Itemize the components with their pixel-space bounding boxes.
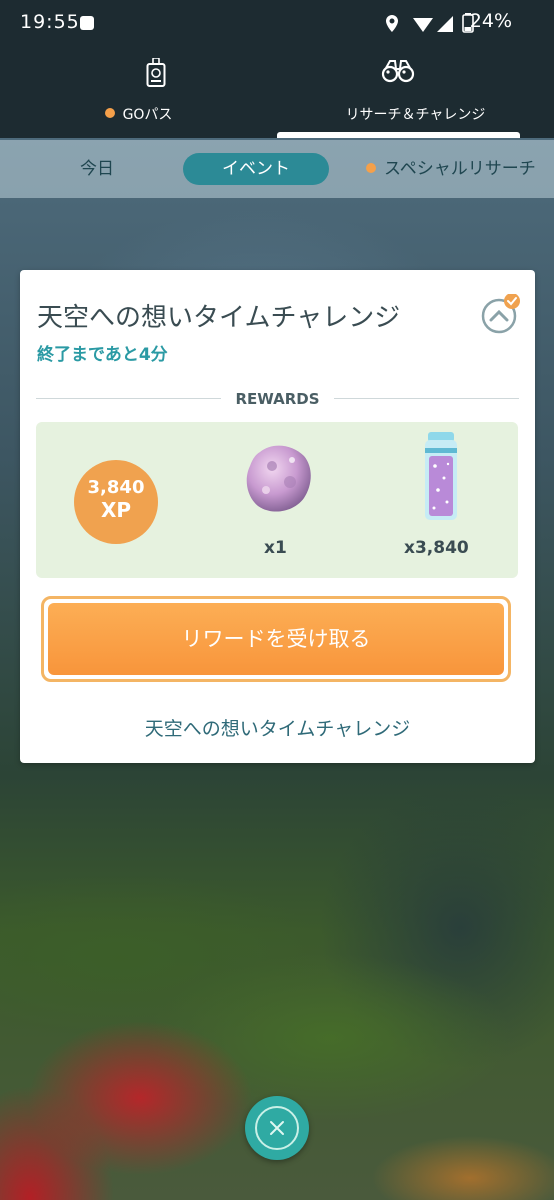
collapse-button[interactable] xyxy=(480,294,520,334)
status-time: 19:55 xyxy=(20,11,80,33)
divider xyxy=(334,398,519,399)
timed-challenge-card: 天空への想いタイムチャレンジ 終了まであと4分 REWARDS 3,840 XP xyxy=(20,270,535,763)
time-remaining: 終了まであと4分 xyxy=(37,345,168,365)
status-icons xyxy=(386,15,453,32)
claim-rewards-button[interactable]: リワードを受け取る xyxy=(41,596,511,682)
subtab-event[interactable]: イベント xyxy=(183,153,329,185)
card-title: 天空への想いタイムチャレンジ xyxy=(37,303,401,333)
battery-percent: 24% xyxy=(469,10,512,32)
tab-go-pass-label: GOパス xyxy=(0,104,277,124)
stardust-tube-icon xyxy=(425,432,457,520)
notification-dot xyxy=(366,163,376,173)
close-button[interactable] xyxy=(245,1096,309,1160)
app-notification-icon xyxy=(80,16,94,30)
stardust-quantity: x3,840 xyxy=(404,538,469,558)
tab-go-pass[interactable]: GOパス xyxy=(0,46,277,138)
card-footer-title: 天空への想いタイムチャレンジ xyxy=(144,718,411,740)
claim-rewards-label: リワードを受け取る xyxy=(48,603,504,675)
go-pass-icon xyxy=(146,58,166,87)
notification-dot xyxy=(104,108,115,118)
subtab-special-research[interactable]: スペシャルリサーチ xyxy=(366,140,536,198)
binoculars-icon xyxy=(381,60,415,83)
meteorite-quantity: x1 xyxy=(264,538,287,558)
xp-amount: 3,840 xyxy=(87,477,145,498)
sub-tab-bar: 今日 イベント スペシャルリサーチ xyxy=(0,140,554,198)
status-bar: 19:55 24% xyxy=(0,0,554,46)
rewards-panel: 3,840 XP x1 x3,840 xyxy=(36,422,518,578)
active-tab-indicator xyxy=(277,132,520,138)
location-icon xyxy=(386,15,398,32)
xp-reward: 3,840 XP xyxy=(74,460,158,544)
top-nav: GOパス リサーチ＆チャレンジ xyxy=(0,46,554,138)
tab-research-challenge[interactable]: リサーチ＆チャレンジ xyxy=(277,46,554,138)
signal-icon xyxy=(437,16,453,32)
rewards-label: REWARDS xyxy=(235,390,320,408)
close-icon xyxy=(270,1121,284,1135)
tab-research-label: リサーチ＆チャレンジ xyxy=(345,107,486,123)
subtab-today[interactable]: 今日 xyxy=(80,140,114,198)
rewards-header: REWARDS xyxy=(36,388,519,408)
wifi-icon xyxy=(413,18,433,32)
xp-label: XP xyxy=(100,498,132,522)
meteorite-icon xyxy=(246,445,311,512)
